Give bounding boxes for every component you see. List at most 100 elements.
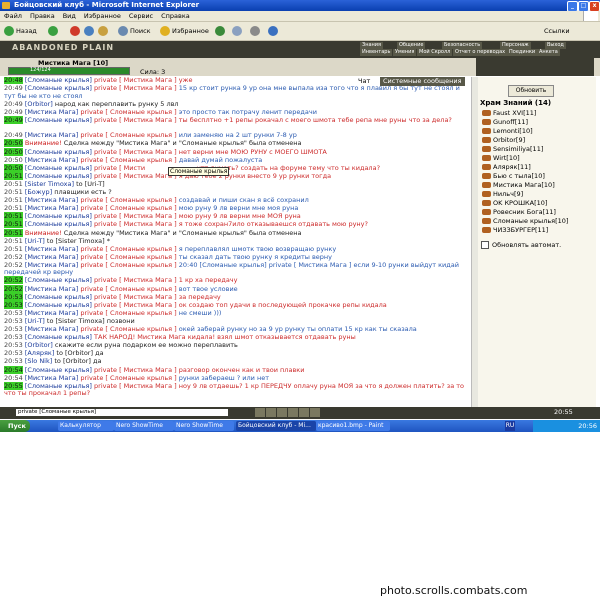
chat-timestamp[interactable]: 20:51	[4, 220, 23, 229]
chat-timestamp[interactable]: 20:48	[4, 77, 23, 84]
user-name[interactable]: Faust XVI[11]	[493, 109, 536, 117]
chat-private-target[interactable]: private [ Мистика Мага ]	[92, 382, 177, 390]
chat-private-target[interactable]: private [ Мисти	[92, 164, 145, 172]
user-list-item[interactable]: Lemonti[10]	[482, 127, 533, 135]
chat-timestamp[interactable]: 20:53	[4, 325, 23, 333]
user-name[interactable]: ЧИЗЗБУРГЕР[11]	[493, 226, 548, 234]
nav-security[interactable]: Безопасность	[442, 42, 483, 49]
chat-nick[interactable]: [Мистика Мага]	[25, 204, 78, 212]
chat-nick[interactable]: [Мистика Мага]	[25, 108, 78, 116]
user-list-item[interactable]: Бью с тыла[10]	[482, 172, 545, 180]
chat-timestamp[interactable]: 20:51	[4, 212, 23, 221]
user-list-item[interactable]: Orbitor[9]	[482, 136, 525, 144]
chat-private-target[interactable]: private [ Сломаные крылья ]	[78, 131, 176, 140]
chat-private-target[interactable]: private [ Мистика Мага ]	[92, 301, 177, 309]
nav-exit[interactable]: Выход	[545, 42, 566, 49]
nav-skills[interactable]: Умения	[393, 49, 417, 56]
tab-system-messages[interactable]: Системные сообщения	[380, 77, 465, 86]
chat-nick[interactable]: [Сломаные крылья]	[25, 212, 92, 221]
nav-profile[interactable]: Анкета	[537, 49, 560, 56]
nav-my-scroll[interactable]: Мой Скролл	[417, 49, 453, 56]
chat-nick[interactable]: [Мистика Мага]	[25, 245, 78, 253]
chat-private-target[interactable]: private [ Сломаные крылья ]	[78, 196, 176, 204]
home-button[interactable]	[98, 25, 110, 37]
chat-private-target[interactable]: private [ Мистика Мага ]	[92, 116, 177, 124]
chat-nick[interactable]: [Сломаные крылья]	[25, 293, 92, 301]
task-nero-2[interactable]: Nero ShowTime	[174, 421, 234, 431]
chat-nick[interactable]: [Мистика Мага]	[25, 131, 78, 140]
chat-private-target[interactable]: private [ Мистика Мага ]	[92, 212, 177, 221]
task-combats[interactable]: Бойцовский клуб - Mi...	[236, 421, 316, 431]
links-label[interactable]: Ссылки	[544, 25, 570, 37]
back-button[interactable]: Назад	[4, 25, 37, 37]
user-name[interactable]: Lemonti[10]	[493, 127, 533, 135]
task-nero-1[interactable]: Nero ShowTime	[114, 421, 174, 431]
task-calculator[interactable]: Калькулятор	[58, 421, 114, 431]
user-list-item[interactable]: ЧИЗЗБУРГЕР[11]	[482, 226, 548, 234]
user-name[interactable]: Мистика Мага[10]	[493, 181, 555, 189]
user-list-item[interactable]: Sensimiliya[11]	[482, 145, 543, 153]
nav-character[interactable]: Персонаж	[500, 42, 531, 49]
chat-private-target[interactable]: private [ Сломаные крылья ]	[78, 285, 176, 293]
chat-nick[interactable]: [Мистика Мага]	[25, 156, 78, 164]
chat-private-target[interactable]: private [ Сломаные крылья ]	[78, 325, 176, 333]
user-list-item[interactable]: OK КРОШКА[10]	[482, 199, 547, 207]
chat-scrollbar[interactable]	[471, 77, 478, 407]
chat-private-target[interactable]: private [ Сломаные крылья ]	[78, 374, 176, 382]
chat-timestamp[interactable]: 20:53	[4, 349, 23, 358]
chat-timestamp[interactable]: 20:51	[4, 188, 23, 196]
chat-private-target[interactable]: private [ Мистика Мага ]	[92, 172, 177, 180]
chat-timestamp[interactable]: 20:49	[4, 108, 23, 116]
chat-timestamp[interactable]: 20:51	[4, 245, 23, 253]
chat-nick[interactable]: [Uri-T]	[25, 317, 45, 325]
chat-nick[interactable]: [Сломаные крылья]	[25, 77, 92, 84]
nav-transfer-report[interactable]: Отчет о переводах	[453, 49, 508, 56]
chat-private-target[interactable]: private [ Мистика Мага ]	[92, 84, 177, 92]
user-list-item[interactable]: Gunoff[11]	[482, 118, 528, 126]
nav-inventory[interactable]: Инвентарь	[360, 49, 393, 56]
chat-timestamp[interactable]: 20:54	[4, 374, 23, 382]
menu-file[interactable]: Файл	[0, 11, 26, 21]
auto-update-toggle[interactable]: Обновлять автомат.	[481, 241, 561, 249]
chat-timestamp[interactable]: 20:51	[4, 171, 23, 180]
user-list-item[interactable]: Нильч[9]	[482, 190, 523, 198]
chat-nick[interactable]: [Uri-T]	[25, 237, 45, 245]
menu-favorites[interactable]: Избранное	[80, 11, 125, 21]
menu-view[interactable]: Вид	[59, 11, 80, 21]
chat-timestamp[interactable]: 20:49	[4, 115, 23, 124]
chat-nick[interactable]: [Сломаные крылья]	[25, 148, 92, 156]
chat-timestamp[interactable]: 20:53	[4, 357, 23, 366]
chat-nick[interactable]: [Сломаные крылья]	[25, 301, 92, 309]
chat-nick[interactable]: [Orbitor]	[25, 100, 53, 108]
user-name[interactable]: Wirt[10]	[493, 154, 520, 162]
smile-icon[interactable]	[277, 408, 287, 417]
user-list-item[interactable]: Wirt[10]	[482, 154, 520, 162]
forward-button[interactable]	[48, 25, 60, 37]
chat-private-target[interactable]: private [ Мистика Мага ]	[92, 77, 177, 84]
chat-nick[interactable]: [Сломаные крылья]	[25, 366, 92, 374]
user-name[interactable]: Gunoff[11]	[493, 118, 528, 126]
chat-timestamp[interactable]: 20:51	[4, 204, 23, 212]
menu-edit[interactable]: Правка	[26, 11, 59, 21]
chat-timestamp[interactable]: 20:53	[4, 341, 23, 349]
favorites-button[interactable]: Избранное	[160, 25, 209, 37]
search-button[interactable]: Поиск	[118, 25, 151, 37]
task-paint[interactable]: красиво1.bmp - Paint	[316, 421, 390, 431]
chat-private-target[interactable]: private [ Сломаные крылья ]	[78, 156, 176, 164]
clear-icon[interactable]	[266, 408, 276, 417]
chat-private-target[interactable]: private [ Мистика Мага ]	[92, 220, 177, 229]
chat-nick[interactable]: [Аляряк]	[25, 349, 55, 358]
chat-timestamp[interactable]: 20:51	[4, 237, 23, 245]
menu-help[interactable]: Справка	[157, 11, 194, 21]
start-button[interactable]: Пуск	[0, 420, 30, 432]
chat-timestamp[interactable]: 20:49	[4, 131, 23, 140]
chat-timestamp[interactable]: 20:50	[4, 163, 23, 172]
user-name[interactable]: Sensimiliya[11]	[493, 145, 543, 153]
chat-private-target[interactable]: private [ Сломаные крылья ]	[78, 253, 176, 261]
chat-timestamp[interactable]: 20:51	[4, 196, 23, 204]
refresh-button[interactable]	[84, 25, 96, 37]
chat-private-target[interactable]: private [ Сломаные крылья ]	[78, 204, 176, 212]
send-icon[interactable]	[255, 408, 265, 417]
nav-duels[interactable]: Поединки	[507, 49, 538, 56]
chat-nick[interactable]: [Мистика Мага]	[25, 253, 78, 261]
